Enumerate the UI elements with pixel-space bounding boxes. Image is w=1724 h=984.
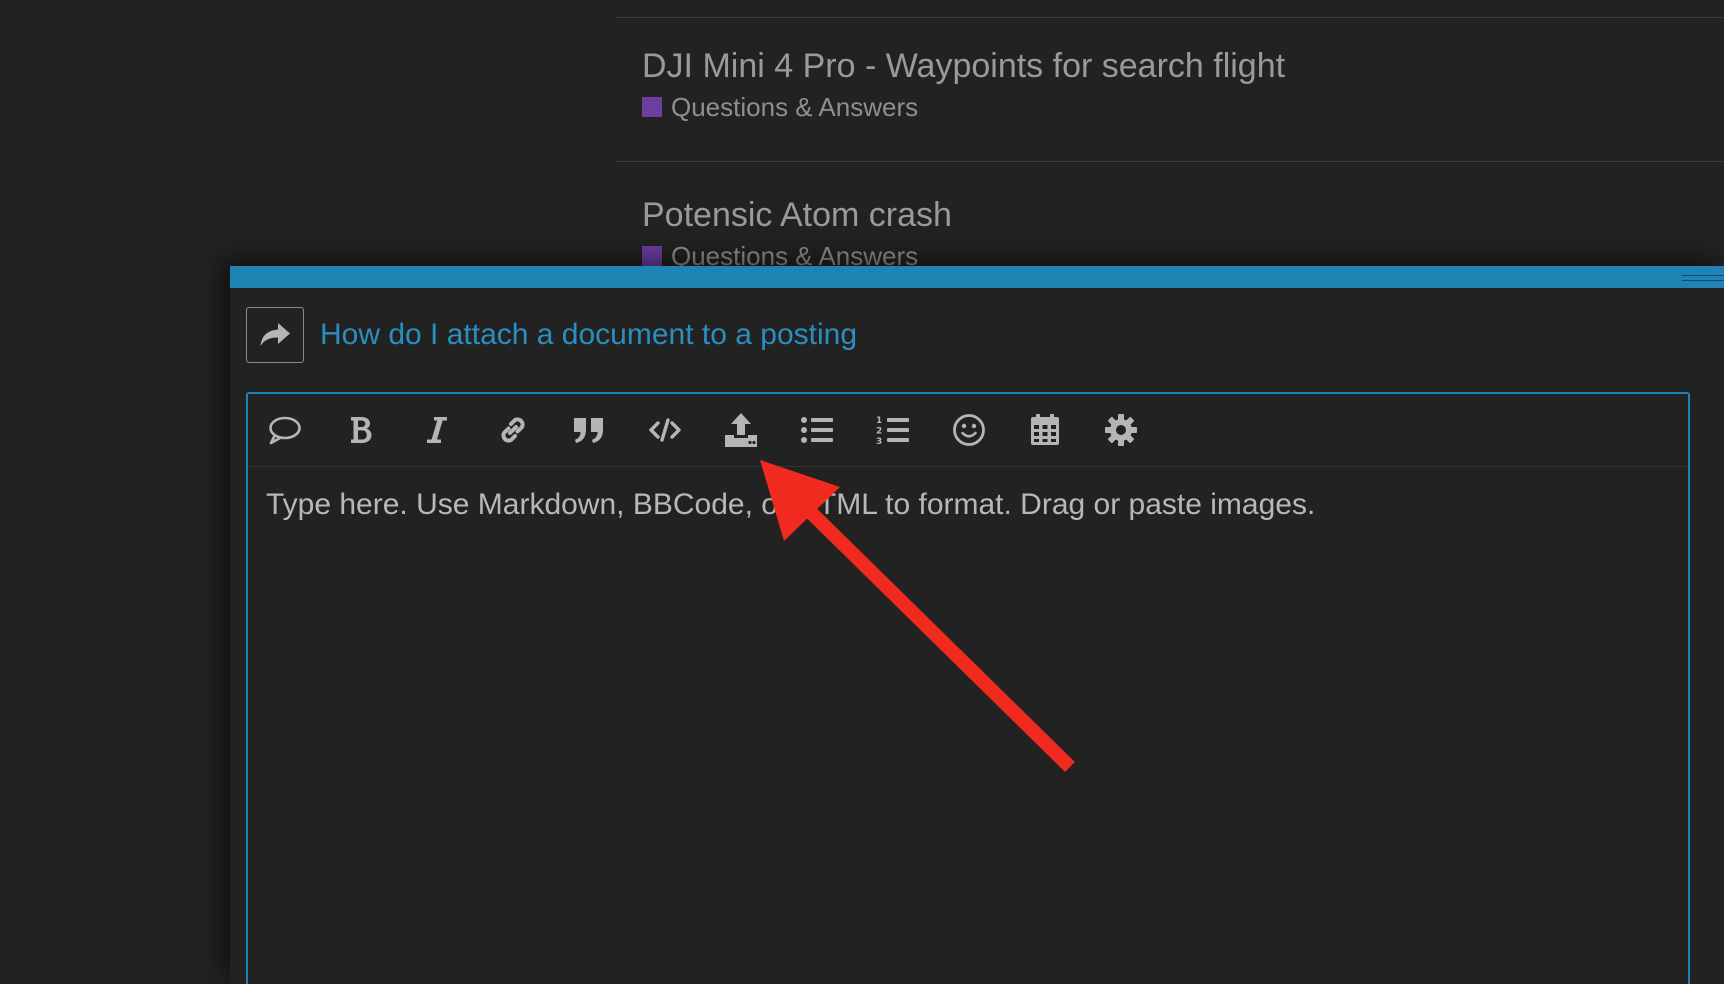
editor-toolbar: 1 2 3 [248,394,1688,467]
blockquote-button[interactable] [566,407,612,453]
link-icon [501,417,525,443]
numbered-list-button[interactable]: 1 2 3 [870,407,916,453]
bold-icon [351,417,372,443]
gear-icon [1105,414,1137,446]
grip-lines [1682,275,1724,281]
svg-text:1: 1 [876,416,882,426]
blockquote-icon [574,418,603,443]
topic-list: DJI Mini 4 Pro - Waypoints for search fl… [616,0,1724,266]
insert-date-button[interactable] [1022,407,1068,453]
page: DJI Mini 4 Pro - Waypoints for search fl… [0,0,1724,984]
topic-list-item[interactable]: Potensic Atom crash Questions & Answers [642,195,1702,266]
link-button[interactable] [490,407,536,453]
bulleted-list-icon [801,417,833,443]
share-arrow-icon [260,323,290,346]
topic-divider [616,17,1724,18]
calendar-icon [1031,414,1059,445]
reply-composer: How do I attach a document to a posting [230,266,1724,984]
topic-list-item[interactable]: DJI Mini 4 Pro - Waypoints for search fl… [642,46,1702,122]
post-editor-textarea[interactable] [248,468,1688,984]
bold-button[interactable] [338,407,384,453]
code-button[interactable] [642,407,688,453]
svg-text:3: 3 [876,437,882,446]
reply-action-button[interactable] [246,307,304,363]
topic-title-link[interactable]: Potensic Atom crash [642,195,1702,235]
category-name: Questions & Answers [671,92,919,122]
upload-button[interactable] [718,407,764,453]
category-badge [642,246,662,266]
numbered-list-icon: 1 2 3 [876,416,909,446]
topic-divider [616,161,1724,162]
reply-topic-title-link[interactable]: How do I attach a document to a posting [320,318,857,352]
editor-box: 1 2 3 [246,392,1690,984]
category-name: Questions & Answers [671,241,919,266]
topic-category-link[interactable]: Questions & Answers [642,92,1702,122]
quote-post-icon [269,416,301,445]
emoji-button[interactable] [946,407,992,453]
category-badge [642,97,662,117]
reply-header: How do I attach a document to a posting [246,306,857,364]
svg-text:2: 2 [876,427,882,437]
code-icon [649,418,681,442]
topic-title-link[interactable]: DJI Mini 4 Pro - Waypoints for search fl… [642,46,1702,86]
options-button[interactable] [1098,407,1144,453]
topic-category-link[interactable]: Questions & Answers [642,241,1702,266]
italic-icon [427,417,447,443]
composer-resize-grip[interactable] [230,266,1724,288]
upload-icon [725,413,757,447]
bulleted-list-button[interactable] [794,407,840,453]
emoji-icon [953,414,985,446]
quote-post-button[interactable] [262,407,308,453]
italic-button[interactable] [414,407,460,453]
